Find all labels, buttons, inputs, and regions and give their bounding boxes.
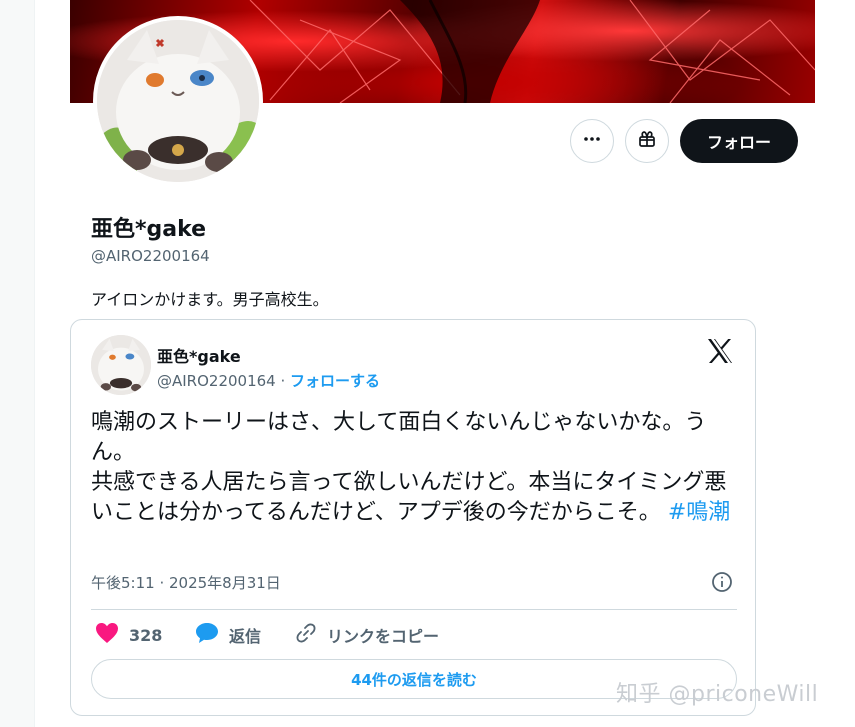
embedded-tweet-card[interactable]: 亜色*gake @AIRO2200164 · フォローする 鳴潮のストーリーはさ… [70,319,756,716]
card-divider [91,609,737,610]
profile-bio: アイロンかけます。男子高校生。 [91,290,329,309]
left-rail [0,0,35,727]
gift-button[interactable] [625,119,669,163]
tweet-author-handle[interactable]: @AIRO2200164 [157,372,276,390]
gift-icon [637,129,657,153]
more-horizontal-icon [582,129,602,153]
follow-button[interactable]: フォロー [680,119,798,163]
tweet-author-avatar[interactable] [91,335,151,395]
reply-label: 返信 [229,627,262,646]
heart-icon [95,622,119,648]
like-count: 328 [129,625,163,645]
tweet-author-meta: @AIRO2200164 · フォローする [157,370,380,391]
tweet-text: 鳴潮のストーリーはさ、大して面白くないんじゃないかな。うん。 共感できる人居たら… [91,408,731,528]
copy-link-label: リンクをコピー [327,627,440,646]
x-logo-icon[interactable] [705,336,735,370]
chat-bubble-icon [195,622,219,648]
reply-action[interactable]: 返信 [195,622,261,648]
copy-link-action[interactable]: リンクをコピー [295,622,439,648]
profile-handle: @AIRO2200164 [91,247,210,265]
profile-avatar[interactable] [93,16,263,186]
info-icon[interactable] [711,571,733,597]
more-button[interactable] [570,119,614,163]
profile-display-name: 亜色*gake [91,217,207,242]
tweet-timestamp[interactable]: 午後5:11 · 2025年8月31日 [91,572,281,593]
tweet-body: 鳴潮のストーリーはさ、大して面白くないんじゃないかな。うん。 共感できる人居たら… [91,410,727,525]
follow-link[interactable]: フォローする [290,372,380,390]
link-icon [295,622,317,648]
watermark: 知乎 @priconeWill [616,682,819,707]
like-action[interactable]: 328 [95,622,162,648]
tweet-author-name[interactable]: 亜色*gake [157,343,241,367]
hashtag-link[interactable]: #鳴潮 [668,500,730,525]
meta-separator: · [275,372,291,390]
